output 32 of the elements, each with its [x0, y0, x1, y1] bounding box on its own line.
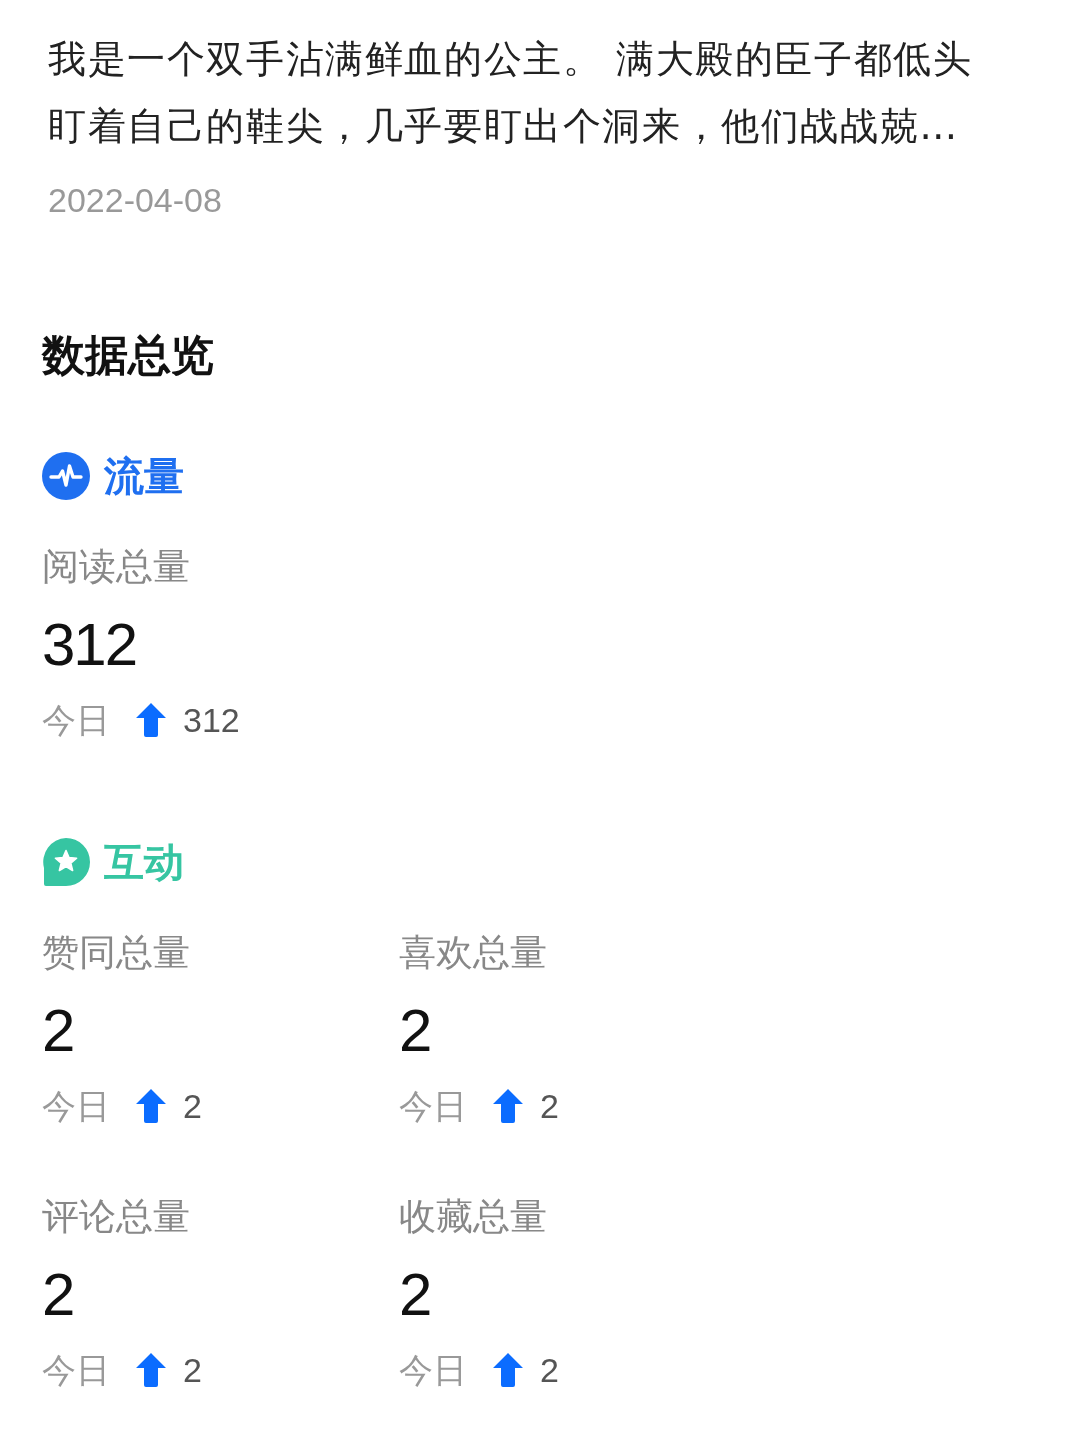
today-label: 今日	[42, 1349, 110, 1392]
metric-label: 评论总量	[42, 1194, 190, 1240]
metric-value: 2	[42, 1260, 74, 1330]
article-date: 2022-04-08	[47, 180, 222, 221]
today-label: 今日	[42, 1085, 110, 1128]
metric-label: 收藏总量	[399, 1194, 547, 1240]
metric-value: 2	[399, 996, 431, 1066]
today-label: 今日	[42, 699, 110, 742]
up-arrow-icon	[136, 1089, 166, 1123]
today-value: 2	[540, 1350, 559, 1391]
section-title: 互动	[104, 838, 184, 886]
metric-label: 赞同总量	[42, 930, 190, 976]
article-excerpt: 我是一个双手沾满鲜血的公主。 满大殿的臣子都低头盯着自己的鞋尖，几乎要盯出个洞来，他们战战兢…	[48, 36, 974, 150]
today-label: 今日	[399, 1085, 467, 1128]
metric-value: 2	[399, 1260, 431, 1330]
up-arrow-icon	[493, 1353, 523, 1387]
today-value: 2	[183, 1086, 202, 1127]
metric-value: 2	[42, 996, 74, 1066]
today-label: 今日	[399, 1349, 467, 1392]
overview-title: 数据总览	[42, 329, 214, 382]
metric-label: 阅读总量	[42, 544, 190, 590]
section-title: 流量	[104, 452, 184, 500]
today-value: 2	[183, 1350, 202, 1391]
today-value: 312	[183, 700, 240, 741]
up-arrow-icon	[493, 1089, 523, 1123]
metric-label: 喜欢总量	[399, 930, 547, 976]
pulse-icon	[42, 452, 90, 500]
star-bubble-icon	[42, 838, 90, 886]
today-value: 2	[540, 1086, 559, 1127]
up-arrow-icon	[136, 1353, 166, 1387]
metric-value: 312	[42, 610, 137, 680]
up-arrow-icon	[136, 703, 166, 737]
